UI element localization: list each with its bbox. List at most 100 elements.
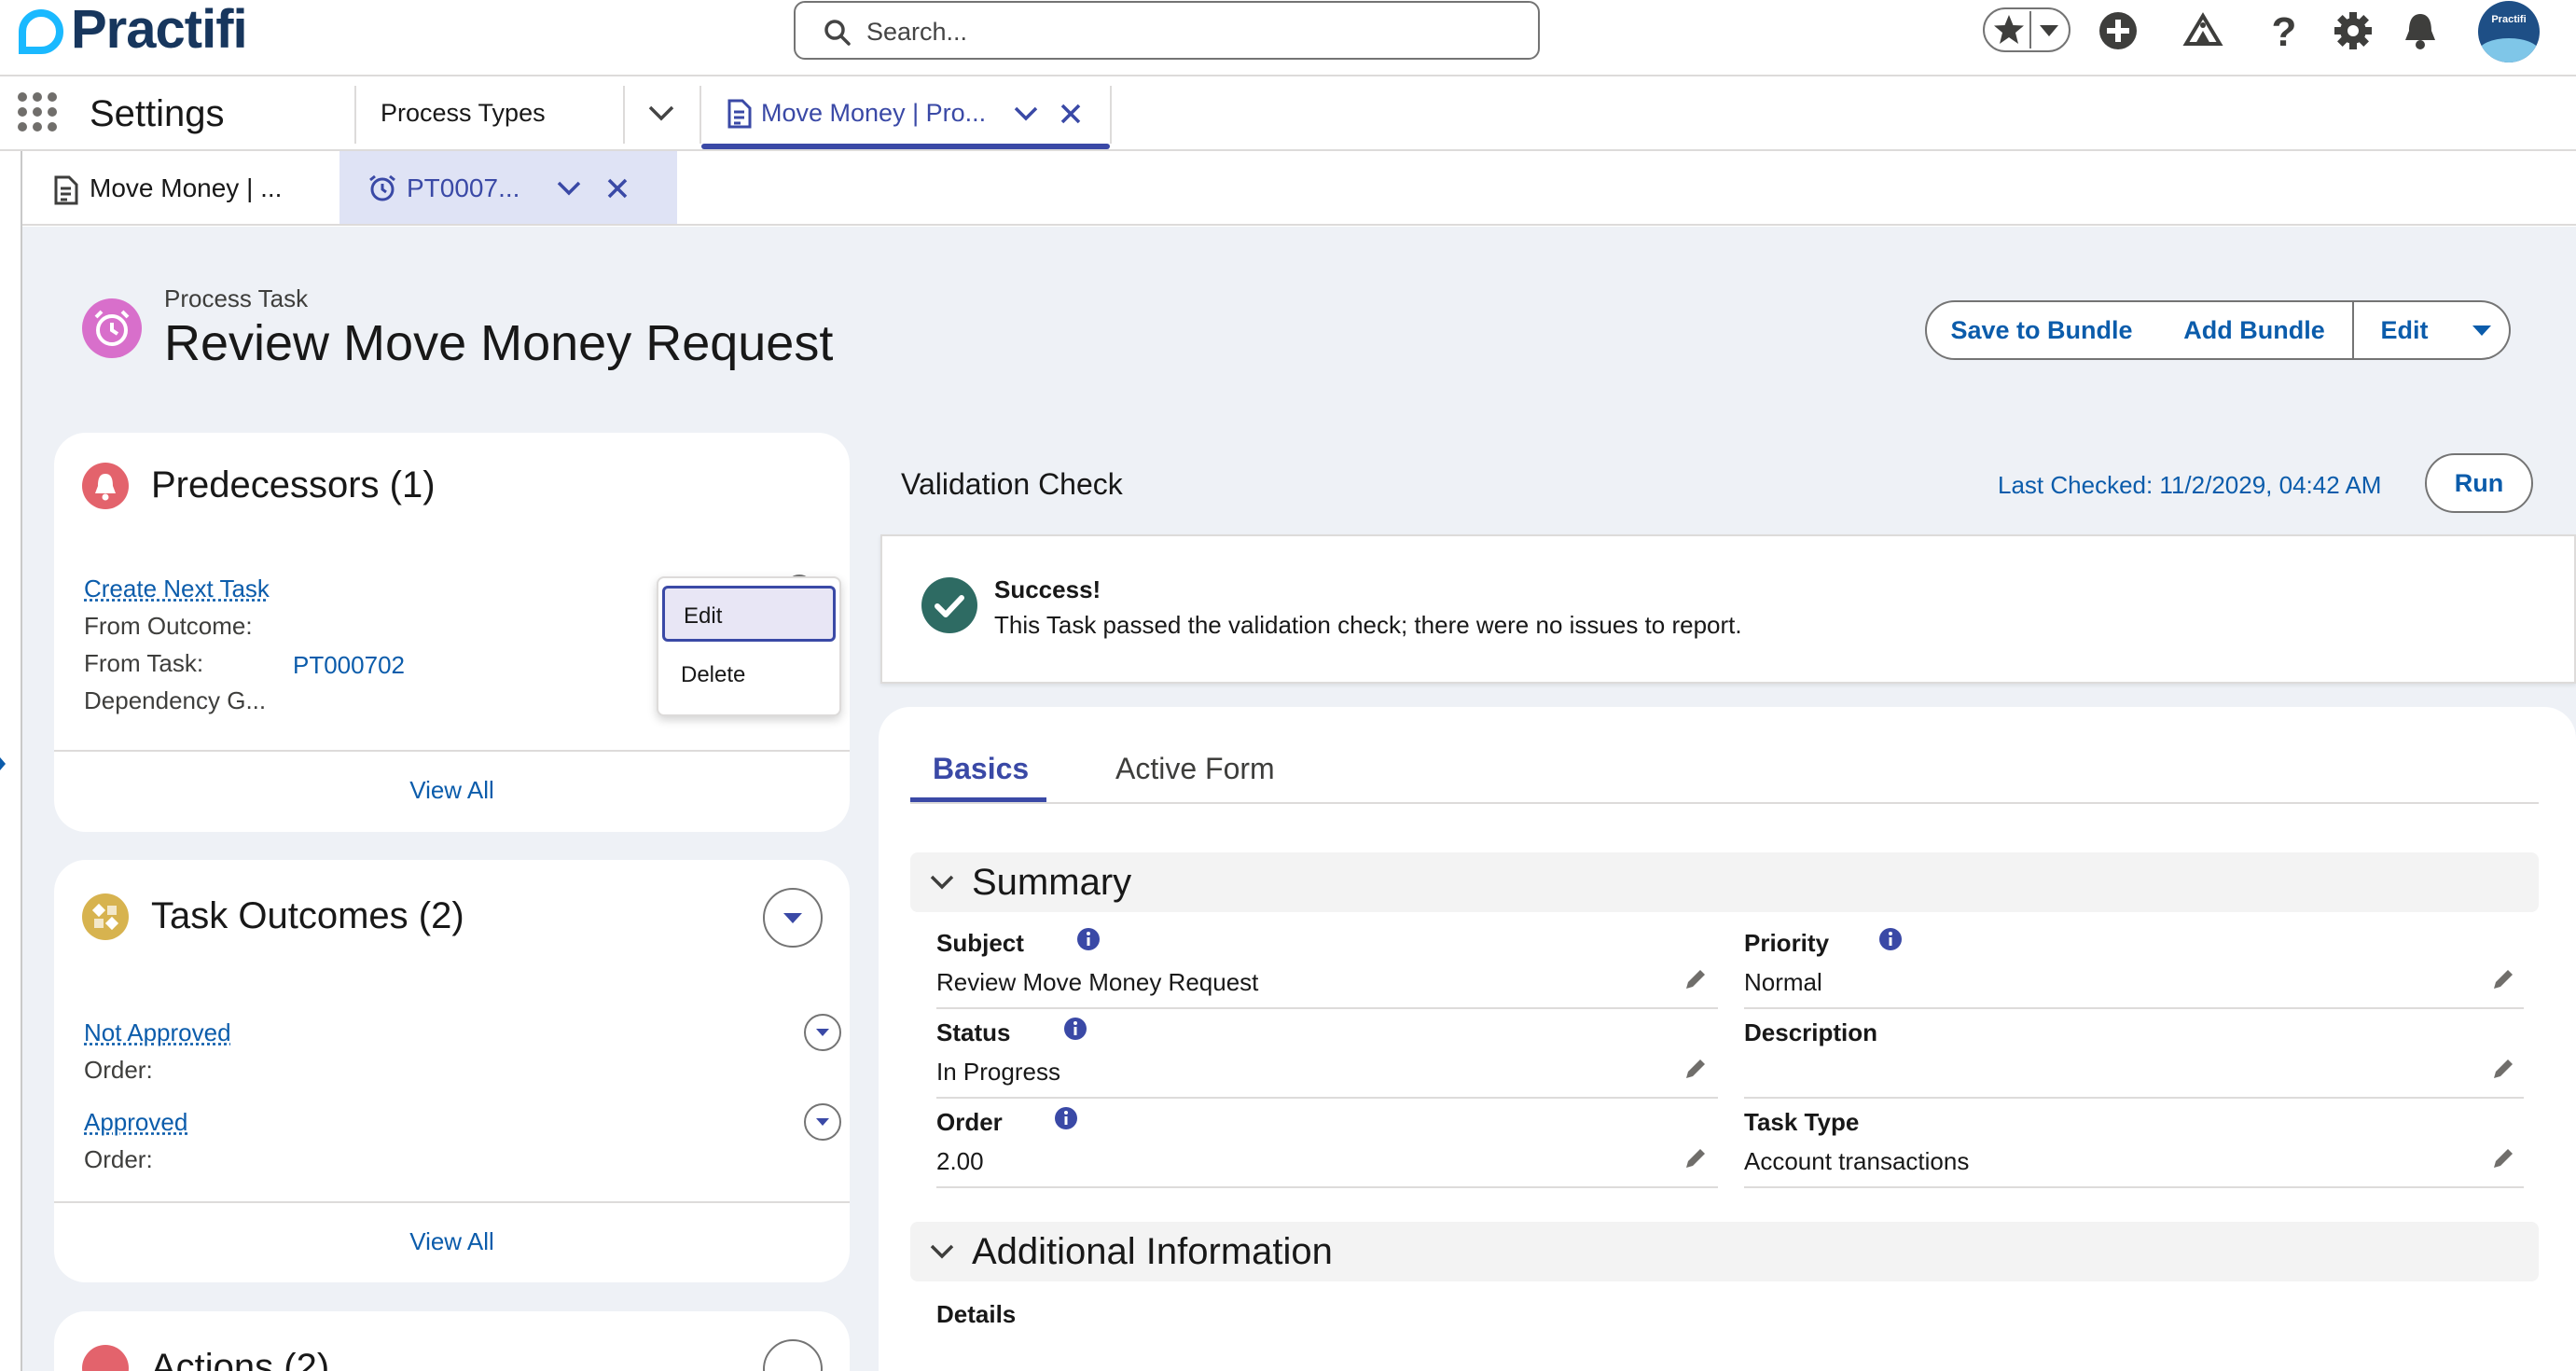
outcome-order-label: Order: xyxy=(84,1145,153,1173)
add-icon[interactable] xyxy=(2091,4,2145,58)
edit-pencil-icon[interactable] xyxy=(2490,1056,2516,1082)
tab-basics[interactable]: Basics xyxy=(933,752,1029,786)
chevron-down-icon xyxy=(929,873,955,892)
order-value: 2.00 xyxy=(936,1147,984,1175)
outcome-order-label: Order: xyxy=(84,1056,153,1084)
outcome-link-not-approved[interactable]: Not Approved xyxy=(84,1018,231,1047)
subtab-pt0007[interactable]: PT0007... xyxy=(339,151,677,224)
app-name: Settings xyxy=(90,93,225,134)
process-doc-icon xyxy=(52,175,80,205)
actions-card-title: Actions (2) xyxy=(151,1347,330,1371)
avatar-label: Practifi xyxy=(2491,14,2527,25)
tab-move-money[interactable]: Move Money | Pro... xyxy=(701,78,1110,151)
subject-label: Subject xyxy=(936,929,1024,957)
predecessors-view-all-link[interactable]: View All xyxy=(54,776,850,805)
favorites-button[interactable] xyxy=(1983,7,2070,52)
save-to-bundle-button[interactable]: Save to Bundle xyxy=(1925,300,2158,360)
edit-pencil-icon[interactable] xyxy=(2490,966,2516,992)
menu-item-edit[interactable]: Edit xyxy=(662,586,836,642)
predecessor-link[interactable]: Create Next Task xyxy=(84,575,270,603)
actions-card-menu-button[interactable] xyxy=(763,1339,823,1371)
info-icon[interactable] xyxy=(1054,1106,1078,1130)
edit-pencil-icon[interactable] xyxy=(1683,966,1709,992)
global-header: Practifi Search... ? Practifi xyxy=(0,0,2576,76)
process-task-icon xyxy=(82,298,142,358)
edit-button[interactable]: Edit xyxy=(2352,300,2457,360)
info-icon[interactable] xyxy=(1063,1017,1087,1041)
menu-item-delete[interactable]: Delete xyxy=(681,662,745,688)
record-page: Process Task Review Move Money Request S… xyxy=(22,227,2576,1371)
nav-overflow-chevron-down-icon[interactable] xyxy=(647,103,675,123)
star-icon xyxy=(1990,11,2028,48)
actions-card: Actions (2) xyxy=(54,1311,850,1371)
page-title: Review Move Money Request xyxy=(164,315,834,371)
outcome-link-approved[interactable]: Approved xyxy=(84,1108,187,1137)
success-message: This Task passed the validation check; t… xyxy=(994,611,1742,639)
close-subtab-icon[interactable] xyxy=(606,177,629,200)
task-type-label: Task Type xyxy=(1744,1108,1860,1136)
success-check-icon xyxy=(921,577,977,633)
additional-info-section-header[interactable]: Additional Information xyxy=(910,1222,2539,1281)
from-outcome-label: From Outcome: xyxy=(84,612,253,640)
success-title: Success! xyxy=(994,575,1101,603)
tab-label: Move Money | Pro... xyxy=(761,99,987,127)
outcome-row-actions-button[interactable] xyxy=(804,1014,841,1051)
subtab-move-money[interactable]: Move Money | ... xyxy=(90,173,282,203)
status-value: In Progress xyxy=(936,1058,1060,1086)
app-logo-text: Practifi xyxy=(71,0,248,60)
from-task-label: From Task: xyxy=(84,649,204,677)
details-label: Details xyxy=(936,1300,1017,1328)
task-outcomes-title: Task Outcomes (2) xyxy=(151,895,464,936)
order-label: Order xyxy=(936,1108,1003,1136)
chevron-down-icon xyxy=(782,911,803,924)
notification-bell-icon[interactable] xyxy=(2393,4,2447,58)
chevron-down-icon xyxy=(2037,21,2061,39)
tab-menu-chevron-down-icon[interactable] xyxy=(1013,104,1039,123)
task-outcomes-card: Task Outcomes (2) Not Approved Order: Ap… xyxy=(54,860,850,1282)
chevron-down-icon xyxy=(815,1028,830,1037)
app-launcher-icon[interactable] xyxy=(17,91,58,132)
details-card: Basics Active Form Summary Subject Revie… xyxy=(879,707,2576,1371)
global-search[interactable]: Search... xyxy=(794,1,1540,60)
priority-value: Normal xyxy=(1744,968,1822,996)
tab-process-types[interactable]: Process Types xyxy=(381,99,546,128)
description-label: Description xyxy=(1744,1018,1878,1046)
trailhead-icon[interactable] xyxy=(2176,4,2230,58)
info-icon[interactable] xyxy=(1878,927,1903,951)
edit-pencil-icon[interactable] xyxy=(1683,1145,1709,1171)
status-label: Status xyxy=(936,1018,1011,1046)
menu-item-edit-label: Edit xyxy=(684,603,723,629)
run-button[interactable]: Run xyxy=(2425,453,2533,513)
predecessors-title: Predecessors (1) xyxy=(151,464,436,505)
avatar[interactable]: Practifi xyxy=(2478,1,2540,62)
chevron-down-icon xyxy=(2471,323,2493,338)
record-type-label: Process Task xyxy=(164,284,309,312)
tab-active-form[interactable]: Active Form xyxy=(1115,752,1275,786)
edit-pencil-icon[interactable] xyxy=(1683,1056,1709,1082)
bell-icon xyxy=(82,463,129,509)
add-bundle-button[interactable]: Add Bundle xyxy=(2156,300,2354,360)
app-navigation-bar: Settings Process Types Move Money | Pro.… xyxy=(0,78,2576,151)
outcome-row-actions-button[interactable] xyxy=(804,1103,841,1141)
task-outcomes-menu-button[interactable] xyxy=(763,888,823,948)
help-icon[interactable]: ? xyxy=(2257,4,2311,58)
task-outcomes-view-all-link[interactable]: View All xyxy=(54,1227,850,1256)
priority-label: Priority xyxy=(1744,929,1830,957)
close-tab-icon[interactable] xyxy=(1059,103,1082,125)
search-icon xyxy=(824,19,852,47)
search-placeholder: Search... xyxy=(866,18,968,46)
gear-icon[interactable] xyxy=(2326,4,2380,58)
split-view-toggle-icon[interactable] xyxy=(0,757,6,770)
validation-result-panel: Success! This Task passed the validation… xyxy=(880,534,2576,684)
chevron-down-icon xyxy=(815,1117,830,1127)
validation-check-title: Validation Check xyxy=(901,467,1123,501)
row-actions-menu: Edit Delete xyxy=(657,576,841,716)
summary-section-header[interactable]: Summary xyxy=(910,852,2539,912)
edit-pencil-icon[interactable] xyxy=(2490,1145,2516,1171)
subtab-menu-chevron-down-icon[interactable] xyxy=(556,179,582,198)
info-icon[interactable] xyxy=(1076,927,1101,951)
from-task-value-link[interactable]: PT000702 xyxy=(293,651,405,680)
subject-value: Review Move Money Request xyxy=(936,968,1259,996)
more-actions-button[interactable] xyxy=(2455,300,2511,360)
dependency-label: Dependency G... xyxy=(84,686,267,714)
